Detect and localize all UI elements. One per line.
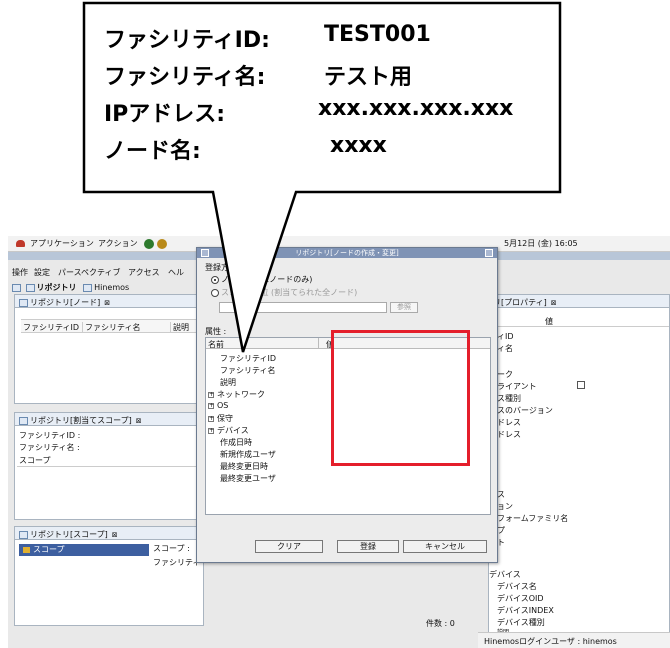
callout-ip-value: xxx.xxx.xxx.xxx <box>318 96 514 121</box>
property-row[interactable]: デバイス名 <box>497 581 537 592</box>
property-row[interactable]: スのバージョン <box>497 405 553 416</box>
property-row[interactable]: フォームファミリ名 <box>497 513 568 524</box>
attr-row-device[interactable]: + デバイス <box>208 425 249 436</box>
attr-row-maintenance[interactable]: + 保守 <box>208 413 233 424</box>
close-icon[interactable]: ⊠ <box>136 417 142 425</box>
callout-facility-name-value: テスト用 <box>324 65 413 90</box>
attr-row-modified[interactable]: 最終変更日時 <box>220 461 268 472</box>
scope-panel-title[interactable]: リポジトリ[スコープ] ⊠ <box>15 527 203 540</box>
property-row[interactable]: デバイスINDEX <box>497 605 554 616</box>
scope-tree-root[interactable]: スコープ <box>19 544 149 556</box>
assign-scope-panel: リポジトリ[割当てスコープ] ⊠ ファシリティID : ファシリティ名 : スコー… <box>14 412 204 520</box>
property-row[interactable]: ョン <box>497 501 513 512</box>
client-checkbox[interactable] <box>577 381 585 389</box>
facility-header[interactable]: ファシリティ <box>153 557 201 568</box>
callout-bubble <box>82 1 562 353</box>
facility-name-label: ファシリティ名 : <box>19 443 80 452</box>
property-row[interactable]: ドレス <box>497 417 521 428</box>
property-row[interactable]: ドレス <box>497 429 521 440</box>
facility-id-label: ファシリティID : <box>19 431 81 440</box>
property-row[interactable]: ス種別 <box>497 393 521 404</box>
clear-button[interactable]: クリア <box>255 540 323 553</box>
expand-icon[interactable]: + <box>208 415 214 422</box>
attr-row-description[interactable]: 説明 <box>220 377 236 388</box>
property-row[interactable]: ス <box>497 489 505 500</box>
scope-header[interactable]: スコープ <box>17 455 201 467</box>
attr-row-network[interactable]: + ネットワーク <box>208 389 265 400</box>
callout-node-name-label: ノード名: <box>104 139 201 164</box>
property-row[interactable]: ト <box>497 537 505 548</box>
callout-facility-name-label: ファシリティ名: <box>104 65 266 90</box>
attr-row-os[interactable]: + OS <box>208 401 228 410</box>
assign-scope-panel-title[interactable]: リポジトリ[割当てスコープ] ⊠ <box>15 413 203 426</box>
scope-panel: リポジトリ[スコープ] ⊠ スコープ スコープ : ファシリティ <box>14 526 204 626</box>
expand-icon[interactable]: + <box>208 427 214 434</box>
scope-label: スコープ : <box>153 544 190 553</box>
expand-icon[interactable]: + <box>208 391 214 398</box>
attr-row-created[interactable]: 作成日時 <box>220 437 252 448</box>
property-row[interactable]: デバイスOID <box>497 593 544 604</box>
attr-row-modified-user[interactable]: 最終変更ユーザ <box>220 473 276 484</box>
cancel-button[interactable]: キャンセル <box>403 540 487 553</box>
close-icon[interactable]: ⊠ <box>112 531 118 539</box>
expand-icon[interactable]: + <box>208 402 214 409</box>
property-row[interactable]: デバイス <box>489 569 521 580</box>
property-row[interactable]: プ <box>497 525 505 536</box>
property-row[interactable]: ーク <box>497 369 513 380</box>
item-count: 件数 : 0 <box>426 619 455 628</box>
callout-facility-id-value: TEST001 <box>324 22 431 47</box>
attr-row-facility-name[interactable]: ファシリティ名 <box>220 365 276 376</box>
callout-facility-id-label: ファシリティID: <box>104 28 270 53</box>
status-bar: Hinemosログインユーザ : hinemos <box>478 632 670 648</box>
callout-ip-label: IPアドレス: <box>104 102 226 127</box>
register-button[interactable]: 登録 <box>337 540 399 553</box>
property-row[interactable]: ライアント <box>497 381 537 392</box>
view-icon <box>19 530 28 539</box>
callout-node-name-value: xxxx <box>330 133 387 158</box>
attr-row-created-user[interactable]: 新規作成ユーザ <box>220 449 276 460</box>
view-icon <box>19 416 28 425</box>
